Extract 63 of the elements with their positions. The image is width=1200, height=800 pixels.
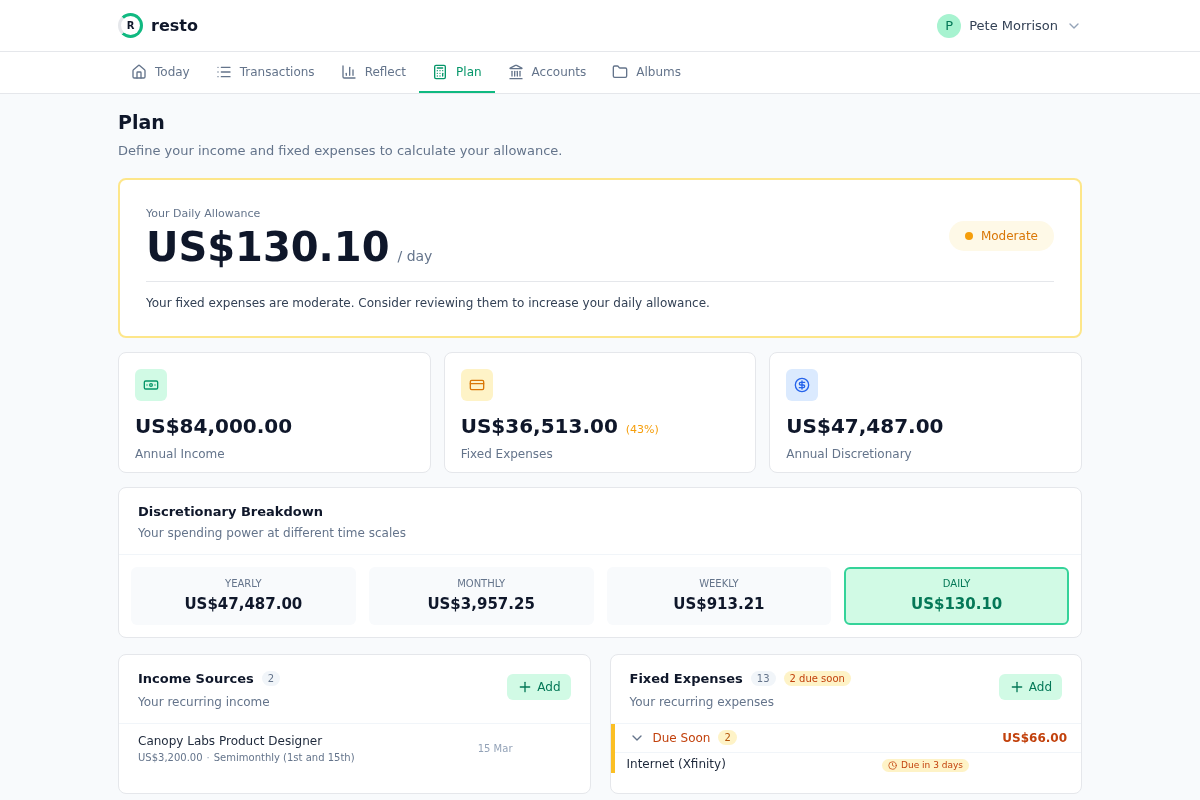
stat-label: Fixed Expenses	[460, 445, 554, 463]
separator-dot: ·	[206, 750, 210, 765]
count-badge: 13	[750, 671, 776, 687]
breakdown-subtitle: Your spending power at different time scales	[138, 525, 407, 542]
due-soon-badge: 2 due soon	[783, 671, 851, 687]
logo-icon: R	[118, 13, 143, 38]
timescale-amount: US$913.21	[673, 594, 765, 616]
count-badge: 2	[261, 671, 281, 687]
allowance-label: Your Daily Allowance	[146, 206, 262, 222]
breakdown-title: Discretionary Breakdown	[138, 502, 324, 521]
stat-amount: US$47,487.00	[786, 412, 944, 440]
timescale-label: YEARLY	[225, 577, 262, 592]
nav-tab[interactable]: Accounts	[494, 52, 600, 93]
dollar-icon	[786, 368, 819, 401]
status-label: Moderate	[980, 228, 1038, 245]
timescale-label: MONTHLY	[457, 577, 506, 592]
folder-icon	[612, 63, 629, 80]
bar-chart-icon	[340, 63, 357, 80]
income-subtitle: Your recurring income	[138, 693, 271, 711]
income-name: Canopy Labs Product Designer	[138, 732, 324, 750]
add-button[interactable]: Add	[998, 674, 1062, 700]
timescale-amount: US$3,957.25	[427, 594, 535, 616]
count-badge: 2	[718, 730, 737, 745]
due-soon-group[interactable]: Due Soon 2 US$66.00	[614, 723, 1081, 753]
nav-tab[interactable]: Albums	[599, 52, 694, 93]
stat-label: Annual Income	[135, 445, 226, 463]
user-avatar: P	[937, 13, 962, 38]
bank-icon	[507, 63, 524, 80]
nav-tab[interactable]: Transactions	[202, 52, 328, 93]
allowance-unit: / day	[397, 246, 433, 266]
timescale-amount: US$130.10	[910, 594, 1003, 616]
timescale-label: DAILY	[942, 577, 971, 592]
page-subtitle: Define your income and fixed expenses to calculate your allowance.	[118, 141, 564, 160]
stat-label: Annual Discretionary	[786, 445, 913, 463]
stat-percent: (43%)	[625, 421, 659, 438]
credit-card-icon	[460, 368, 493, 401]
due-badge: Due in 3 days	[882, 758, 969, 772]
banknote-icon	[135, 368, 167, 401]
group-total: US$66.00	[1002, 729, 1067, 747]
page-title: Plan	[118, 110, 166, 135]
allowance-amount: US$130.10	[146, 222, 390, 271]
nav-tab[interactable]: Reflect	[327, 52, 420, 93]
timescale-amount: US$47,487.00	[184, 594, 303, 616]
nav-tab[interactable]: Plan	[419, 52, 495, 93]
calculator-icon	[432, 63, 449, 80]
stat-amount: US$36,513.00	[460, 412, 618, 440]
expenses-subtitle: Your recurring expenses	[629, 693, 775, 711]
clock-icon	[888, 760, 898, 770]
group-title: Due Soon	[652, 729, 711, 747]
home-icon	[131, 63, 147, 80]
income-title: Income Sources	[138, 670, 254, 688]
expenses-title: Fixed Expenses	[629, 670, 743, 688]
income-amount: US$3,200.00	[138, 750, 203, 765]
brand-name: resto	[151, 14, 198, 37]
income-schedule: Semimonthly (1st and 15th)	[213, 750, 355, 765]
stat-amount: US$84,000.00	[135, 412, 293, 440]
allowance-message: Your fixed expenses are moderate. Consider reviewing them to increase your daily allowance.	[146, 294, 711, 312]
user-menu[interactable]: P Pete Morrison	[937, 13, 1082, 38]
nav-tab[interactable]: Today	[118, 52, 203, 93]
expense-name: Internet (Xfinity)	[626, 755, 726, 773]
timescale-label: WEEKLY	[699, 577, 739, 592]
income-date: 15 Mar	[477, 741, 513, 756]
add-button[interactable]: Add	[507, 674, 571, 700]
